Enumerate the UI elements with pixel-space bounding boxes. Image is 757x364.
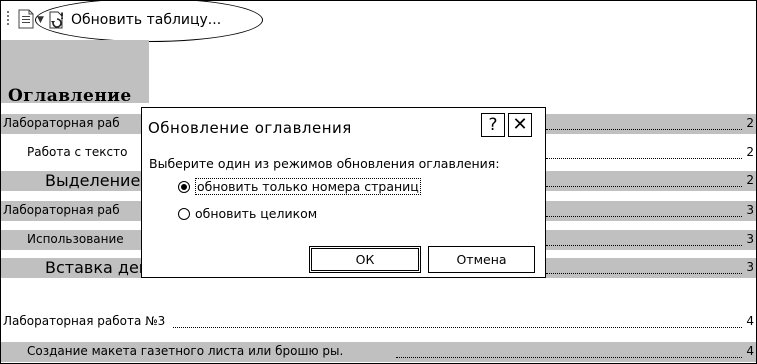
toc-leader	[546, 206, 742, 217]
option-update-entire[interactable]: обновить целиком	[178, 206, 317, 221]
toc-entry-text: Выделение	[45, 171, 141, 190]
dialog-title: Обновление оглавления	[148, 119, 352, 137]
toc-entry-page: 4	[746, 314, 754, 328]
toc-entry-text: Работа с тексто	[27, 145, 128, 159]
radio-selected-icon[interactable]	[178, 180, 190, 193]
toc-leader	[396, 347, 742, 358]
toc-leader	[546, 119, 742, 130]
toc-entry-page: 3	[746, 260, 754, 274]
toc-leader	[546, 235, 742, 246]
update-table-button[interactable]: ! Обновить таблицу...	[47, 6, 221, 34]
update-table-label: Обновить таблицу...	[71, 12, 222, 28]
toc-leader	[173, 317, 742, 328]
toolbar: ▼ ! Обновить таблицу...	[1, 0, 756, 42]
toc-entry-text: Лабораторная раб	[3, 203, 120, 217]
help-button[interactable]: ?	[481, 113, 505, 137]
update-toc-dialog: Обновление оглавления ? ✕ Выберите один …	[141, 107, 546, 278]
toc-entry-page: 2	[746, 173, 754, 187]
update-table-icon: !	[49, 11, 64, 29]
toc-entry-text: Лабораторная работа №3	[3, 314, 166, 328]
toc-entry-page: 2	[746, 116, 754, 130]
option-page-numbers-only[interactable]: обновить только номера страниц	[178, 178, 421, 195]
toc-entry-page: 2	[746, 145, 754, 159]
toc-entry-page: 4	[746, 344, 754, 358]
document-icon[interactable]	[17, 9, 35, 29]
toolbar-grip-icon[interactable]	[7, 11, 9, 27]
svg-text:!: !	[60, 12, 64, 22]
radio-unselected-icon[interactable]	[178, 207, 190, 220]
chevron-down-icon[interactable]: ▼	[37, 15, 44, 25]
toc-entry-page: 3	[746, 203, 754, 217]
toc-entry[interactable]: Создание макета газетного листа или брош…	[1, 342, 756, 362]
toc-entry-page: 3	[746, 232, 754, 246]
close-button[interactable]: ✕	[508, 113, 532, 137]
toc-title: Оглавление	[8, 86, 132, 106]
toc-leader	[546, 148, 742, 159]
ok-button[interactable]: ОК	[309, 246, 421, 273]
option-label: обновить только номера страниц	[195, 178, 421, 195]
dialog-prompt: Выберите один из режимов обновления огла…	[149, 156, 500, 171]
toc-entry-text: Использование	[27, 232, 124, 246]
toc-leader	[546, 176, 742, 187]
cancel-button[interactable]: Отмена	[428, 246, 535, 273]
toc-entry-text: Создание макета газетного листа или брош…	[27, 344, 344, 358]
toc-leader	[546, 263, 742, 274]
option-label: обновить целиком	[195, 206, 318, 221]
toc-entry-text: Лабораторная раб	[3, 116, 120, 130]
toc-entry[interactable]: Лабораторная работа №3 4	[1, 312, 756, 332]
